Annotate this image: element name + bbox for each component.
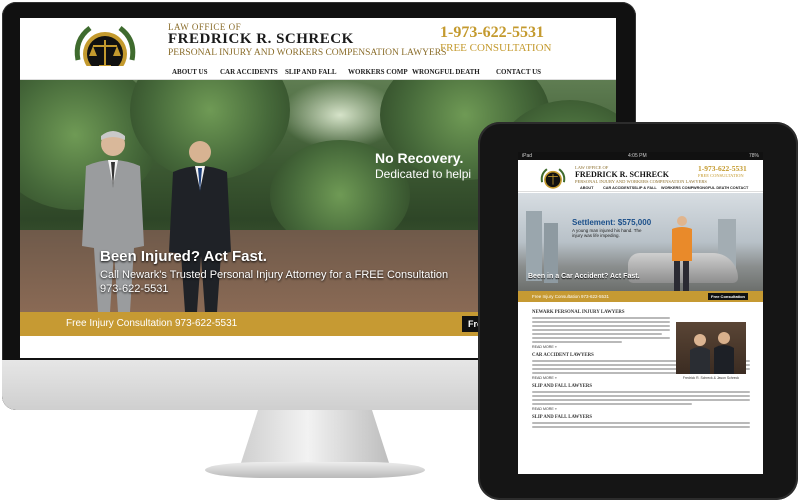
header-phone[interactable]: 1-973-622-5531 — [440, 24, 544, 42]
site-header: LAW OFFICE OF FREDRICK R. SCHRECK PERSON… — [20, 18, 616, 76]
tablet-photo-caption: Fredrick R. Schreck & Jason Schreck — [682, 376, 740, 380]
consultation-bar-text: Free Injury Consultation 973-622-5531 — [66, 318, 238, 329]
tablet-free-consultation-label: FREE CONSULTATION — [698, 173, 744, 178]
monitor-stand-neck — [240, 410, 390, 466]
tablet-nav: ABOUT CAR ACCIDENTS SLIP & FALL WORKERS … — [518, 185, 763, 192]
text-line — [532, 333, 662, 335]
hero-tagline-subline: Dedicated to helpi — [375, 167, 472, 181]
tablet-heading-newark: NEWARK PERSONAL INJURY LAWYERS — [532, 310, 625, 315]
tablet-hero-building — [526, 211, 542, 281]
text-line — [532, 422, 750, 424]
status-battery: 78% — [748, 153, 759, 159]
tablet-nav-contact[interactable]: CONTACT — [730, 186, 748, 190]
tablet-nav-car-accidents[interactable]: CAR ACCIDENTS — [603, 186, 634, 190]
text-line — [532, 321, 670, 323]
tablet-nav-workers-comp[interactable]: WORKERS COMP — [661, 186, 693, 190]
nav-contact-us[interactable]: CONTACT US — [496, 68, 541, 76]
nav-car-accidents[interactable]: CAR ACCIDENTS — [220, 68, 278, 76]
nav-about-us[interactable]: ABOUT US — [172, 68, 207, 76]
tablet-settlement-description: A young man injured his hand. The injury… — [572, 228, 642, 238]
main-nav: ABOUT US CAR ACCIDENTS SLIP AND FALL WOR… — [20, 66, 616, 80]
status-time: 4:05 PM — [628, 153, 647, 159]
text-line — [532, 329, 670, 331]
tablet-consultation-text: Free Injury Consultation 973-622-5531 — [532, 294, 610, 299]
text-line — [532, 403, 692, 405]
attorney-photo-right — [169, 141, 231, 312]
text-line — [532, 337, 670, 339]
text-line — [532, 325, 670, 327]
tablet-firm-name[interactable]: FREDRICK R. SCHRECK — [575, 170, 669, 179]
tablet-hero-woman-photo — [672, 216, 692, 291]
read-more-link[interactable]: READ MORE » — [532, 407, 750, 411]
tablet-consultation-bar: Free Injury Consultation 973-622-5531 Fr… — [518, 291, 763, 302]
nav-wrongful-death[interactable]: WRONGFUL DEATH — [412, 68, 480, 76]
nav-slip-and-fall[interactable]: SLIP AND FALL — [285, 68, 337, 76]
text-line — [532, 426, 750, 428]
hero-subtitle: Call Newark's Trusted Personal Injury At… — [100, 269, 449, 281]
device-mockup-scene: LAW OFFICE OF FREDRICK R. SCHRECK PERSON… — [0, 0, 800, 500]
text-line — [532, 317, 670, 319]
hero-phone[interactable]: 973-622-5531 — [100, 283, 169, 295]
tablet-status-bar: iPad 4:05 PM 78% — [518, 152, 763, 160]
tablet-nav-slip-fall[interactable]: SLIP & FALL — [634, 186, 657, 190]
tablet-free-consultation-button[interactable]: Free Consultation — [708, 293, 748, 300]
text-line — [532, 399, 750, 401]
attorneys-portrait — [690, 332, 734, 374]
firm-name[interactable]: FREDRICK R. SCHRECK — [168, 31, 354, 48]
tablet-firm-tagline: PERSONAL INJURY AND WORKERS COMPENSATION… — [575, 179, 707, 184]
tablet-hero-banner: Settlement: $575,000 A young man injured… — [518, 193, 763, 291]
firm-tagline: PERSONAL INJURY AND WORKERS COMPENSATION… — [168, 48, 447, 58]
hero-tagline-headline: No Recovery. — [375, 150, 464, 166]
text-line — [532, 391, 750, 393]
free-consultation-label: FREE CONSULTATION — [440, 42, 552, 54]
tablet-screen: iPad 4:05 PM 78% LAW OFFICE OF FREDRICK … — [518, 152, 763, 474]
tablet-hero-title: Been in a Car Accident? Act Fast. — [528, 273, 640, 280]
hero-title: Been Injured? Act Fast. — [100, 248, 267, 265]
tablet-nav-about[interactable]: ABOUT — [580, 186, 594, 190]
text-line — [532, 395, 750, 397]
status-carrier: iPad — [522, 153, 533, 159]
tablet-heading-slip-fall-2: SLIP AND FALL LAWYERS — [532, 415, 593, 420]
tablet-heading-slip-fall: SLIP AND FALL LAWYERS — [532, 384, 593, 389]
tablet-header-phone[interactable]: 1-973-622-5531 — [698, 164, 747, 173]
nav-workers-comp[interactable]: WORKERS COMP — [348, 68, 408, 76]
tablet-settlement-amount: Settlement: $575,000 — [572, 218, 652, 227]
tablet-attorneys-photo — [676, 322, 746, 374]
tablet-nav-wrongful-death[interactable]: WRONGFUL DEATH — [693, 186, 729, 190]
text-line — [532, 341, 622, 343]
monitor-stand-base — [205, 462, 425, 478]
